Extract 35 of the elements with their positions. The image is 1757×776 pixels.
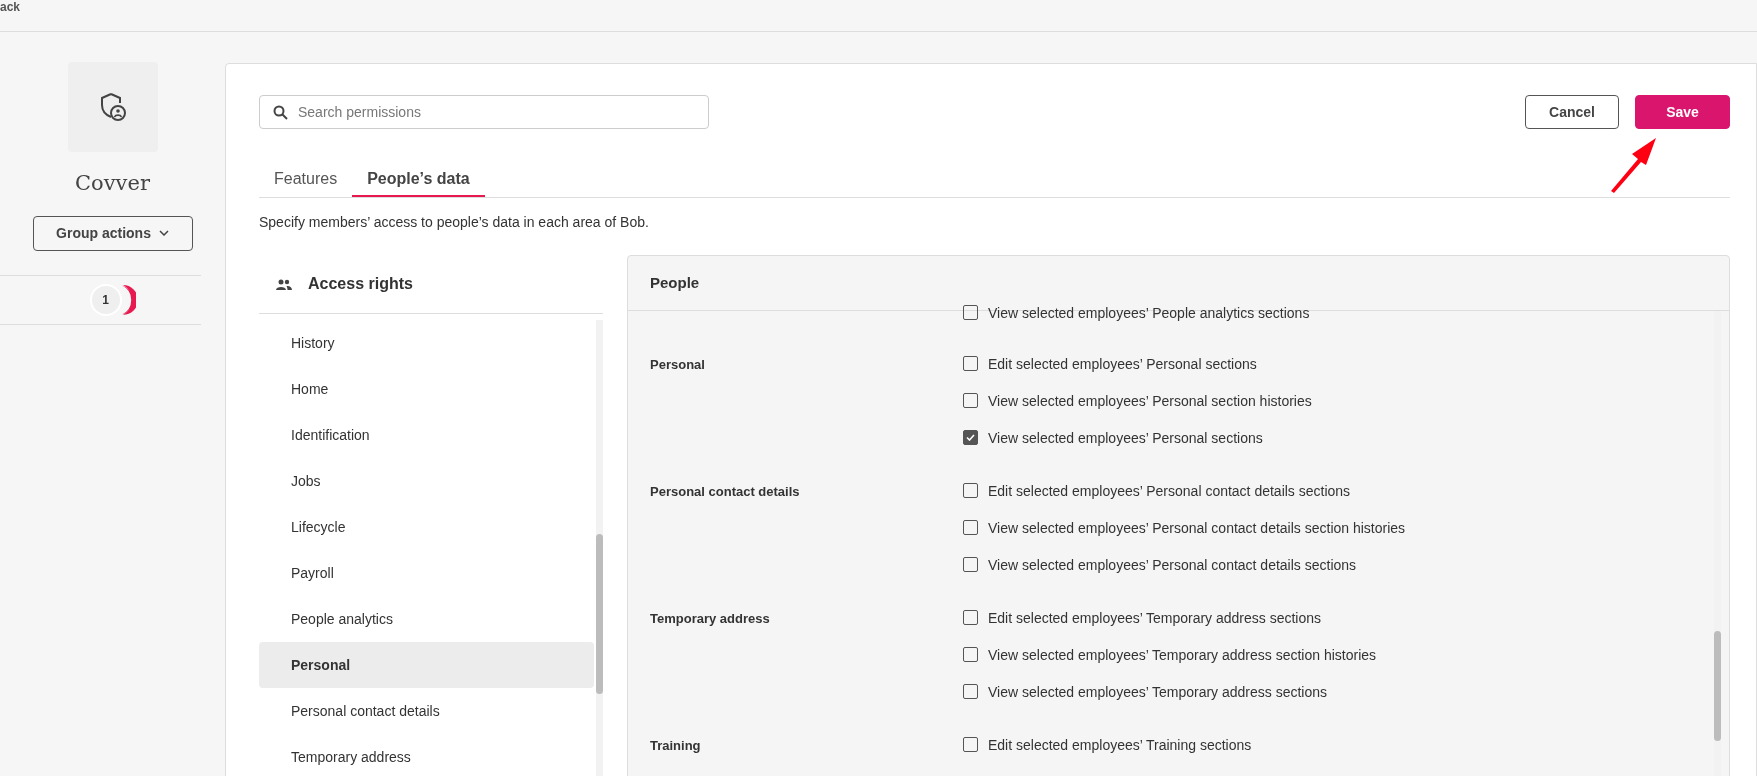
section-label: Personal contact details (650, 484, 800, 499)
permission-label: View selected employees’ Personal section histories (988, 392, 1312, 411)
permission-label: Edit selected employees’ Temporary address sections (988, 609, 1322, 628)
permission-label: Edit selected employees’ Personal contact details sections (988, 482, 1351, 501)
permission-label: View selected employees’ Temporary address sections (988, 683, 1328, 702)
tab[interactable]: Features (259, 167, 353, 197)
permission-label: Edit selected employees’ Personal sections (988, 355, 1257, 374)
area-list-item[interactable]: Payroll (259, 550, 594, 596)
tab[interactable]: People’s data (352, 167, 485, 197)
section-label: Personal (650, 357, 705, 372)
permission-label: Edit selected employees’ Training sections (988, 736, 1252, 755)
section-label: Training (650, 738, 701, 753)
permission-label: View selected employees’ Personal sections (988, 429, 1263, 448)
group-name: Covver (75, 170, 150, 197)
permission-label: View selected employees’ Temporary address section histories (988, 646, 1377, 665)
area-list-item[interactable]: Personal (259, 642, 594, 688)
area-list-item[interactable]: Personal contact details (259, 688, 594, 734)
access-rights-title: Access rights (308, 274, 413, 294)
area-list-item[interactable]: Home (259, 366, 594, 412)
area-list-item[interactable]: Lifecycle (259, 504, 594, 550)
cancel-button[interactable]: Cancel (1525, 95, 1619, 129)
permission-label: View selected employees’ Personal contact details section histories (988, 519, 1406, 538)
area-list-item[interactable]: Temporary address (259, 734, 594, 776)
member-count-avatar[interactable]: 1 (89, 283, 122, 316)
back-link[interactable]: ack (0, 0, 21, 14)
permission-label: View selected employees’ Personal contact details sections (988, 556, 1357, 575)
search-field[interactable]: Search permissions (259, 95, 709, 129)
area-list-item[interactable]: History (259, 320, 594, 366)
area-list-item[interactable]: Jobs (259, 458, 594, 504)
area-list-item[interactable]: Identification (259, 412, 594, 458)
description-text: Specify members’ access to people’s data in each area of Bob. (259, 213, 650, 232)
section-label: Temporary address (650, 611, 770, 626)
area-list-item[interactable]: People analytics (259, 596, 594, 642)
save-button[interactable]: Save (1635, 95, 1730, 129)
group-actions-button[interactable]: Group actions (32, 215, 193, 251)
